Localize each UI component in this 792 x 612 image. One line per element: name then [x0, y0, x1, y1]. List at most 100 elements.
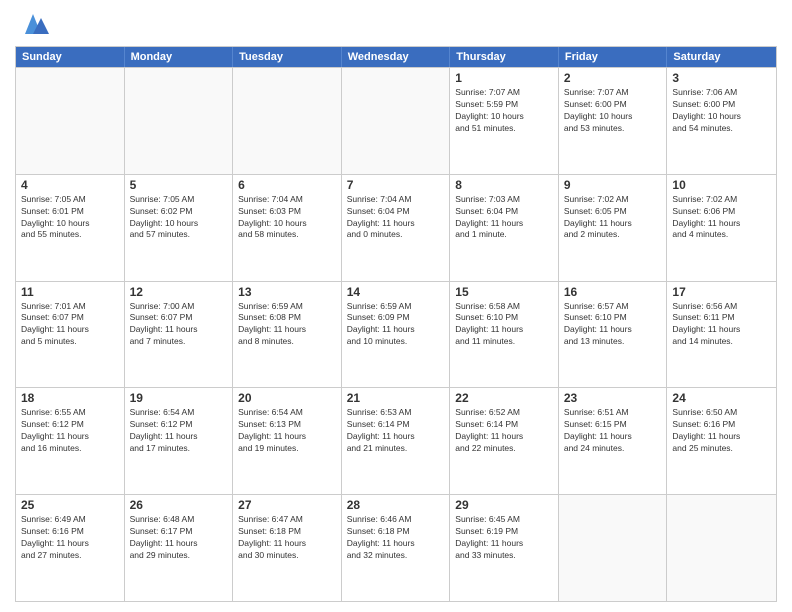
day-info: Sunrise: 6:51 AMSunset: 6:15 PMDaylight:… — [564, 407, 662, 455]
day-info: Sunrise: 6:59 AMSunset: 6:09 PMDaylight:… — [347, 301, 445, 349]
calendar-cell: 13 Sunrise: 6:59 AMSunset: 6:08 PMDayligh… — [233, 282, 342, 388]
day-info: Sunrise: 6:54 AMSunset: 6:13 PMDaylight:… — [238, 407, 336, 455]
day-number: 2 — [564, 71, 662, 85]
day-info: Sunrise: 6:50 AMSunset: 6:16 PMDaylight:… — [672, 407, 771, 455]
calendar-cell: 28Sunrise: 6:46 AMSunset: 6:18 PMDayligh… — [342, 495, 451, 601]
day-number: 14 — [347, 285, 445, 299]
day-info: Sunrise: 6:56 AMSunset: 6:11 PMDaylight:… — [672, 301, 771, 349]
calendar-body: 1 Sunrise: 7:07 AMSunset: 5:59 PMDaylight… — [16, 67, 776, 601]
calendar-cell: 7 Sunrise: 7:04 AMSunset: 6:04 PMDaylight… — [342, 175, 451, 281]
page: SundayMondayTuesdayWednesdayThursdayFrid… — [0, 0, 792, 612]
calendar-cell: 10 Sunrise: 7:02 AMSunset: 6:06 PMDayligh… — [667, 175, 776, 281]
day-number: 29 — [455, 498, 553, 512]
day-number: 17 — [672, 285, 771, 299]
day-info: Sunrise: 7:07 AMSunset: 5:59 PMDaylight:… — [455, 87, 553, 135]
calendar-cell — [233, 68, 342, 174]
day-info: Sunrise: 6:58 AMSunset: 6:10 PMDaylight:… — [455, 301, 553, 349]
day-info: Sunrise: 7:05 AMSunset: 6:01 PMDaylight:… — [21, 194, 119, 242]
calendar-cell: 11 Sunrise: 7:01 AMSunset: 6:07 PMDayligh… — [16, 282, 125, 388]
day-info: Sunrise: 6:55 AMSunset: 6:12 PMDaylight:… — [21, 407, 119, 455]
header — [15, 10, 777, 38]
calendar-cell — [667, 495, 776, 601]
calendar-cell: 25 Sunrise: 6:49 AMSunset: 6:16 PMDayligh… — [16, 495, 125, 601]
day-info: Sunrise: 6:53 AMSunset: 6:14 PMDaylight:… — [347, 407, 445, 455]
day-number: 27 — [238, 498, 336, 512]
calendar-cell: 5 Sunrise: 7:05 AMSunset: 6:02 PMDaylight… — [125, 175, 234, 281]
day-info: Sunrise: 6:54 AMSunset: 6:12 PMDaylight:… — [130, 407, 228, 455]
day-info: Sunrise: 6:52 AMSunset: 6:14 PMDaylight:… — [455, 407, 553, 455]
day-number: 25 — [21, 498, 119, 512]
calendar-cell: 21Sunrise: 6:53 AMSunset: 6:14 PMDayligh… — [342, 388, 451, 494]
calendar-cell: 27 Sunrise: 6:47 AMSunset: 6:18 PMDayligh… — [233, 495, 342, 601]
day-number: 7 — [347, 178, 445, 192]
day-number: 13 — [238, 285, 336, 299]
calendar-cell: 16 Sunrise: 6:57 AMSunset: 6:10 PMDayligh… — [559, 282, 668, 388]
calendar-row: 18Sunrise: 6:55 AMSunset: 6:12 PMDayligh… — [16, 387, 776, 494]
day-info: Sunrise: 7:06 AMSunset: 6:00 PMDaylight:… — [672, 87, 771, 135]
weekday-header: Friday — [559, 47, 668, 67]
day-info: Sunrise: 7:05 AMSunset: 6:02 PMDaylight:… — [130, 194, 228, 242]
calendar-cell — [16, 68, 125, 174]
calendar-cell: 15 Sunrise: 6:58 AMSunset: 6:10 PMDayligh… — [450, 282, 559, 388]
day-info: Sunrise: 6:57 AMSunset: 6:10 PMDaylight:… — [564, 301, 662, 349]
day-number: 11 — [21, 285, 119, 299]
day-number: 24 — [672, 391, 771, 405]
logo-icon — [17, 10, 49, 38]
weekday-header: Monday — [125, 47, 234, 67]
logo — [15, 10, 49, 38]
day-number: 9 — [564, 178, 662, 192]
calendar-cell: 29 Sunrise: 6:45 AMSunset: 6:19 PMDayligh… — [450, 495, 559, 601]
calendar-cell: 1 Sunrise: 7:07 AMSunset: 5:59 PMDaylight… — [450, 68, 559, 174]
day-number: 16 — [564, 285, 662, 299]
day-info: Sunrise: 6:49 AMSunset: 6:16 PMDaylight:… — [21, 514, 119, 562]
day-number: 28 — [347, 498, 445, 512]
day-info: Sunrise: 7:04 AMSunset: 6:04 PMDaylight:… — [347, 194, 445, 242]
day-info: Sunrise: 7:04 AMSunset: 6:03 PMDaylight:… — [238, 194, 336, 242]
calendar-row: 11 Sunrise: 7:01 AMSunset: 6:07 PMDayligh… — [16, 281, 776, 388]
calendar-cell: 14 Sunrise: 6:59 AMSunset: 6:09 PMDayligh… — [342, 282, 451, 388]
day-number: 1 — [455, 71, 553, 85]
day-info: Sunrise: 7:07 AMSunset: 6:00 PMDaylight:… — [564, 87, 662, 135]
day-number: 19 — [130, 391, 228, 405]
calendar-row: 1 Sunrise: 7:07 AMSunset: 5:59 PMDaylight… — [16, 67, 776, 174]
day-info: Sunrise: 7:02 AMSunset: 6:06 PMDaylight:… — [672, 194, 771, 242]
day-info: Sunrise: 6:47 AMSunset: 6:18 PMDaylight:… — [238, 514, 336, 562]
calendar-row: 4 Sunrise: 7:05 AMSunset: 6:01 PMDaylight… — [16, 174, 776, 281]
calendar-cell: 20Sunrise: 6:54 AMSunset: 6:13 PMDayligh… — [233, 388, 342, 494]
calendar-row: 25 Sunrise: 6:49 AMSunset: 6:16 PMDayligh… — [16, 494, 776, 601]
day-info: Sunrise: 7:00 AMSunset: 6:07 PMDaylight:… — [130, 301, 228, 349]
day-number: 5 — [130, 178, 228, 192]
calendar-cell: 17 Sunrise: 6:56 AMSunset: 6:11 PMDayligh… — [667, 282, 776, 388]
day-info: Sunrise: 6:59 AMSunset: 6:08 PMDaylight:… — [238, 301, 336, 349]
day-number: 22 — [455, 391, 553, 405]
day-info: Sunrise: 7:02 AMSunset: 6:05 PMDaylight:… — [564, 194, 662, 242]
weekday-header: Wednesday — [342, 47, 451, 67]
day-number: 23 — [564, 391, 662, 405]
calendar-cell: 8Sunrise: 7:03 AMSunset: 6:04 PMDaylight… — [450, 175, 559, 281]
day-info: Sunrise: 6:45 AMSunset: 6:19 PMDaylight:… — [455, 514, 553, 562]
day-number: 15 — [455, 285, 553, 299]
calendar-cell: 6Sunrise: 7:04 AMSunset: 6:03 PMDaylight… — [233, 175, 342, 281]
calendar-cell — [125, 68, 234, 174]
weekday-header: Thursday — [450, 47, 559, 67]
calendar-cell: 18Sunrise: 6:55 AMSunset: 6:12 PMDayligh… — [16, 388, 125, 494]
day-info: Sunrise: 7:01 AMSunset: 6:07 PMDaylight:… — [21, 301, 119, 349]
calendar-header: SundayMondayTuesdayWednesdayThursdayFrid… — [16, 47, 776, 67]
calendar-cell: 9 Sunrise: 7:02 AMSunset: 6:05 PMDaylight… — [559, 175, 668, 281]
calendar-cell: 23 Sunrise: 6:51 AMSunset: 6:15 PMDayligh… — [559, 388, 668, 494]
day-info: Sunrise: 6:48 AMSunset: 6:17 PMDaylight:… — [130, 514, 228, 562]
day-info: Sunrise: 7:03 AMSunset: 6:04 PMDaylight:… — [455, 194, 553, 242]
calendar-cell: 3Sunrise: 7:06 AMSunset: 6:00 PMDaylight… — [667, 68, 776, 174]
day-number: 26 — [130, 498, 228, 512]
calendar-cell: 24 Sunrise: 6:50 AMSunset: 6:16 PMDayligh… — [667, 388, 776, 494]
day-number: 12 — [130, 285, 228, 299]
calendar-cell: 12 Sunrise: 7:00 AMSunset: 6:07 PMDayligh… — [125, 282, 234, 388]
calendar-cell: 22 Sunrise: 6:52 AMSunset: 6:14 PMDayligh… — [450, 388, 559, 494]
day-number: 4 — [21, 178, 119, 192]
calendar-cell: 2 Sunrise: 7:07 AMSunset: 6:00 PMDaylight… — [559, 68, 668, 174]
calendar-cell — [342, 68, 451, 174]
calendar-cell: 19 Sunrise: 6:54 AMSunset: 6:12 PMDayligh… — [125, 388, 234, 494]
calendar-cell: 4 Sunrise: 7:05 AMSunset: 6:01 PMDaylight… — [16, 175, 125, 281]
calendar-cell — [559, 495, 668, 601]
day-number: 10 — [672, 178, 771, 192]
